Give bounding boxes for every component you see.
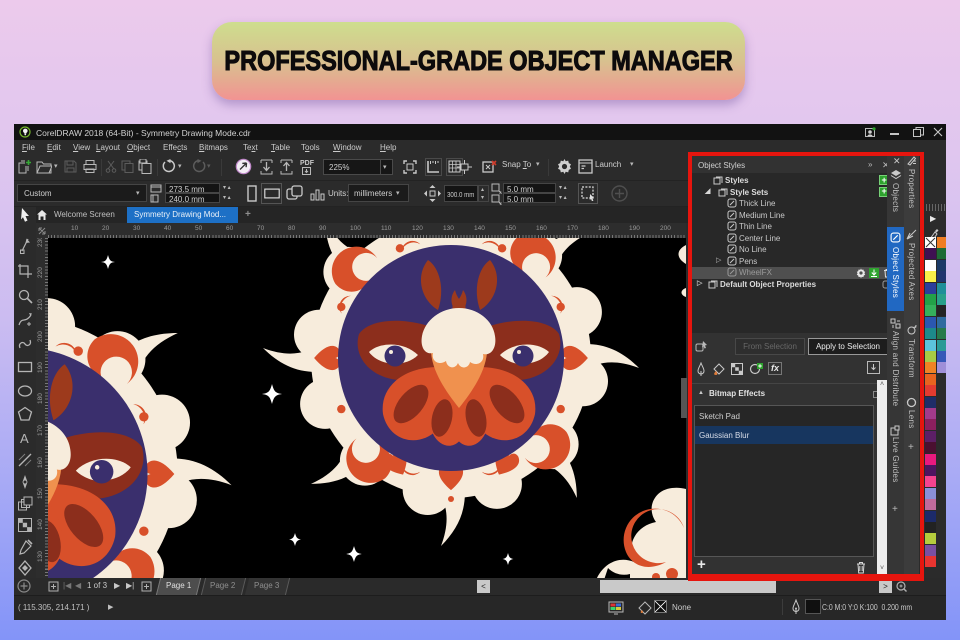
svg-text:A: A xyxy=(20,431,29,446)
